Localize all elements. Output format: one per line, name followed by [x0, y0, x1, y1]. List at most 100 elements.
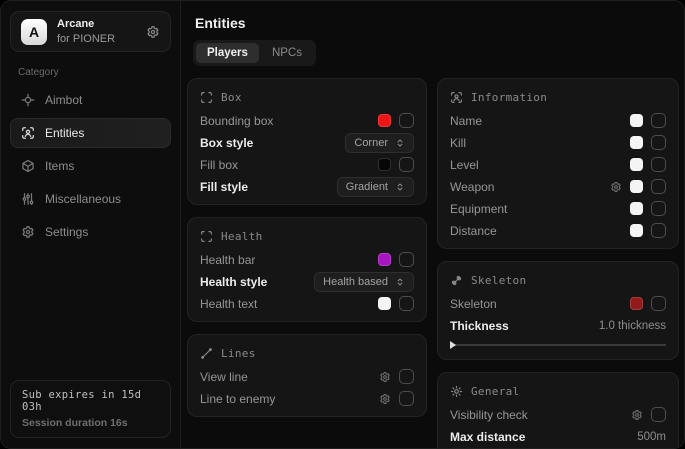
color-swatch[interactable]	[378, 297, 391, 310]
brand-subtitle: for PIONER	[57, 33, 136, 46]
session-duration-text: Session duration 16s	[22, 417, 159, 429]
brand-logo: A	[21, 19, 47, 45]
slider-track[interactable]	[450, 344, 666, 346]
brand-name: Arcane	[57, 18, 136, 31]
crosshair-icon	[21, 93, 35, 107]
health-bar-checkbox[interactable]	[399, 252, 414, 267]
row-label-line-to-enemy: Line to enemy	[200, 392, 275, 406]
tab-players[interactable]: Players	[196, 43, 259, 63]
thickness-value: 1.0 thickness	[599, 320, 666, 332]
dropdown-value: Gradient	[346, 181, 388, 193]
row-box-style: Box style Corner	[200, 135, 414, 150]
row-label-health-text: Health text	[200, 297, 257, 311]
level-checkbox[interactable]	[651, 157, 666, 172]
skeleton-checkbox[interactable]	[651, 296, 666, 311]
slider-handle[interactable]	[450, 341, 456, 349]
row-distance: Distance	[450, 223, 666, 238]
row-controls	[630, 113, 666, 128]
row-controls	[378, 113, 414, 128]
kill-checkbox[interactable]	[651, 135, 666, 150]
row-label-thickness: Thickness	[450, 319, 509, 333]
bounding-box-checkbox[interactable]	[399, 113, 414, 128]
color-swatch[interactable]	[630, 202, 643, 215]
row-kill: Kill	[450, 135, 666, 150]
fill-style-dropdown[interactable]: Gradient	[337, 177, 414, 197]
panel-columns: BoxBounding boxBox styleCornerFill boxFi…	[187, 78, 679, 449]
color-swatch[interactable]	[378, 253, 391, 266]
name-checkbox[interactable]	[651, 113, 666, 128]
color-swatch[interactable]	[630, 224, 643, 237]
dropdown-value: Corner	[354, 137, 388, 149]
panel-title: General	[471, 385, 519, 398]
row-label-level: Level	[450, 158, 479, 172]
equipment-checkbox[interactable]	[651, 201, 666, 216]
row-controls: Gradient	[337, 177, 414, 197]
gear-icon	[21, 225, 35, 239]
brackets-icon	[200, 91, 213, 104]
gear-icon[interactable]	[379, 371, 391, 383]
sidebar-item-aimbot[interactable]: Aimbot	[10, 85, 171, 115]
row-weapon: Weapon	[450, 179, 666, 194]
color-swatch[interactable]	[630, 136, 643, 149]
sidebar-item-entities[interactable]: Entities	[10, 118, 171, 148]
gear-icon[interactable]	[146, 25, 160, 39]
color-swatch[interactable]	[630, 158, 643, 171]
row-bounding-box: Bounding box	[200, 113, 414, 128]
panel-title: Skeleton	[471, 274, 526, 287]
tab-npcs[interactable]: NPCs	[261, 43, 313, 63]
gear-icon[interactable]	[379, 393, 391, 405]
row-thickness: Thickness 1.0 thickness	[450, 318, 666, 333]
color-swatch[interactable]	[630, 297, 643, 310]
row-health-bar: Health bar	[200, 252, 414, 267]
color-swatch[interactable]	[378, 114, 391, 127]
thickness-slider[interactable]	[450, 341, 666, 349]
max-distance-value: 500m	[637, 431, 666, 443]
row-controls	[378, 157, 414, 172]
row-line-to-enemy: Line to enemy	[200, 391, 414, 406]
health-style-dropdown[interactable]: Health based	[314, 272, 414, 292]
box-style-dropdown[interactable]: Corner	[345, 133, 414, 153]
weapon-checkbox[interactable]	[651, 179, 666, 194]
distance-checkbox[interactable]	[651, 223, 666, 238]
row-label-health-bar: Health bar	[200, 253, 255, 267]
sidebar-item-settings[interactable]: Settings	[10, 217, 171, 247]
color-swatch[interactable]	[378, 158, 391, 171]
gear-icon[interactable]	[631, 409, 643, 421]
row-controls	[610, 179, 666, 194]
sidebar-item-label: Aimbot	[45, 93, 82, 107]
category-label: Category	[18, 67, 180, 78]
row-controls	[630, 135, 666, 150]
color-swatch[interactable]	[630, 180, 643, 193]
panel-header-general: General	[450, 383, 666, 400]
row-label-box-style: Box style	[200, 136, 253, 150]
color-swatch[interactable]	[630, 114, 643, 127]
brand-card: A Arcane for PIONER	[10, 11, 171, 52]
health-text-checkbox[interactable]	[399, 296, 414, 311]
sidebar-nav: Aimbot EntitiesItemsMiscellaneousSettings	[1, 82, 180, 247]
row-visibility-check: Visibility check	[450, 407, 666, 422]
row-controls	[630, 223, 666, 238]
row-controls	[631, 407, 666, 422]
fill-box-checkbox[interactable]	[399, 157, 414, 172]
row-label-max-distance: Max distance	[450, 430, 525, 444]
panel-box: BoxBounding boxBox styleCornerFill boxFi…	[187, 78, 427, 205]
row-label-weapon: Weapon	[450, 180, 494, 194]
dropdown-value: Health based	[323, 276, 388, 288]
panel-title: Lines	[221, 347, 256, 360]
gear-icon[interactable]	[610, 181, 622, 193]
view-line-checkbox[interactable]	[399, 369, 414, 384]
page-title: Entities	[195, 15, 679, 31]
bone-icon	[450, 274, 463, 287]
sidebar-item-items[interactable]: Items	[10, 151, 171, 181]
row-controls: 1.0 thickness	[599, 320, 666, 332]
line-to-enemy-checkbox[interactable]	[399, 391, 414, 406]
row-fill-box: Fill box	[200, 157, 414, 172]
visibility-check-checkbox[interactable]	[651, 407, 666, 422]
panel-title: Health	[221, 230, 263, 243]
subscription-info-card: Sub expires in 15d 03h Session duration …	[10, 380, 171, 438]
sidebar: A Arcane for PIONER Category Aimbot Entit…	[1, 1, 181, 448]
sidebar-item-miscellaneous[interactable]: Miscellaneous	[10, 184, 171, 214]
row-controls	[378, 296, 414, 311]
row-health-text: Health text	[200, 296, 414, 311]
row-controls	[379, 369, 414, 384]
